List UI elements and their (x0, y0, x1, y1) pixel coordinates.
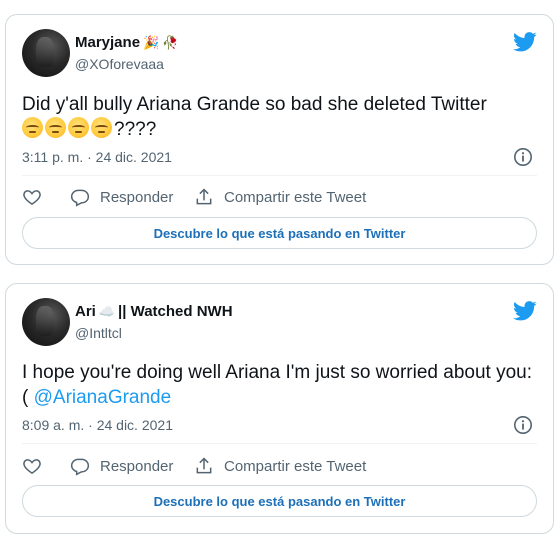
author-handle[interactable]: @Intltcl (75, 325, 122, 341)
cloud-emoji: ☁️ (98, 304, 116, 319)
pensive-face-emoji (68, 117, 89, 138)
tweet-timestamp[interactable]: 8:09 a. m. · 24 dic. 2021 (22, 417, 173, 433)
info-icon[interactable] (513, 415, 533, 435)
like-button[interactable] (22, 456, 70, 476)
share-arrow-icon (196, 188, 212, 205)
heart-icon (23, 190, 41, 205)
divider (22, 443, 537, 444)
author-name[interactable]: Ari (75, 303, 96, 320)
author-name-row[interactable]: Ari ☁️ || Watched NWH (75, 303, 233, 320)
reply-label: Responder (100, 188, 174, 206)
tweet-card[interactable]: Ari ☁️ || Watched NWH @Intltcl I hope yo… (5, 283, 554, 534)
tweet-actions: Responder Compartir este Tweet (22, 454, 537, 478)
twitter-bird-icon[interactable] (513, 300, 537, 322)
author-name-row[interactable]: Maryjane 🎉 🥀 (75, 34, 178, 51)
tweet-suffix: ???? (114, 119, 157, 140)
tweet-body: Did y'all bully Ariana Grande so bad she… (22, 94, 487, 115)
tweet-timestamp[interactable]: 3:11 p. m. · 24 dic. 2021 (22, 149, 172, 165)
twitter-bird-icon[interactable] (513, 31, 537, 53)
tweet-text: Did y'all bully Ariana Grande so bad she… (22, 92, 537, 142)
author-name-suffix[interactable]: || Watched NWH (118, 303, 233, 320)
reply-button[interactable]: Responder (70, 456, 194, 476)
share-arrow-icon (196, 457, 212, 474)
wilted-rose-emoji: 🥀 (162, 35, 179, 50)
avatar[interactable] (22, 298, 70, 346)
pensive-face-emoji (22, 117, 43, 138)
share-button[interactable]: Compartir este Tweet (194, 187, 366, 207)
discover-twitter-button[interactable]: Descubre lo que está pasando en Twitter (22, 217, 537, 249)
divider (22, 175, 537, 176)
avatar[interactable] (22, 29, 70, 77)
tweet-text: I hope you're doing well Ariana I'm just… (22, 360, 537, 410)
pensive-face-emoji (45, 117, 66, 138)
speech-bubble-icon (70, 458, 90, 476)
like-button[interactable] (22, 187, 70, 207)
reply-button[interactable]: Responder (70, 187, 194, 207)
author-handle[interactable]: @XOforevaaa (75, 56, 164, 72)
mention-link[interactable]: @ArianaGrande (34, 387, 172, 408)
speech-bubble-icon (70, 189, 90, 207)
tweet-card[interactable]: Maryjane 🎉 🥀 @XOforevaaa Did y'all bully… (5, 14, 554, 265)
tweet-actions: Responder Compartir este Tweet (22, 185, 537, 209)
reply-label: Responder (100, 457, 174, 475)
discover-twitter-button[interactable]: Descubre lo que está pasando en Twitter (22, 485, 537, 517)
pensive-face-emoji (91, 117, 112, 138)
share-label: Compartir este Tweet (224, 457, 367, 475)
share-label: Compartir este Tweet (224, 188, 367, 206)
party-popper-emoji: 🎉 (143, 35, 160, 50)
author-name[interactable]: Maryjane (75, 34, 140, 51)
heart-icon (23, 459, 41, 474)
share-button[interactable]: Compartir este Tweet (194, 456, 366, 476)
info-icon[interactable] (513, 147, 533, 167)
